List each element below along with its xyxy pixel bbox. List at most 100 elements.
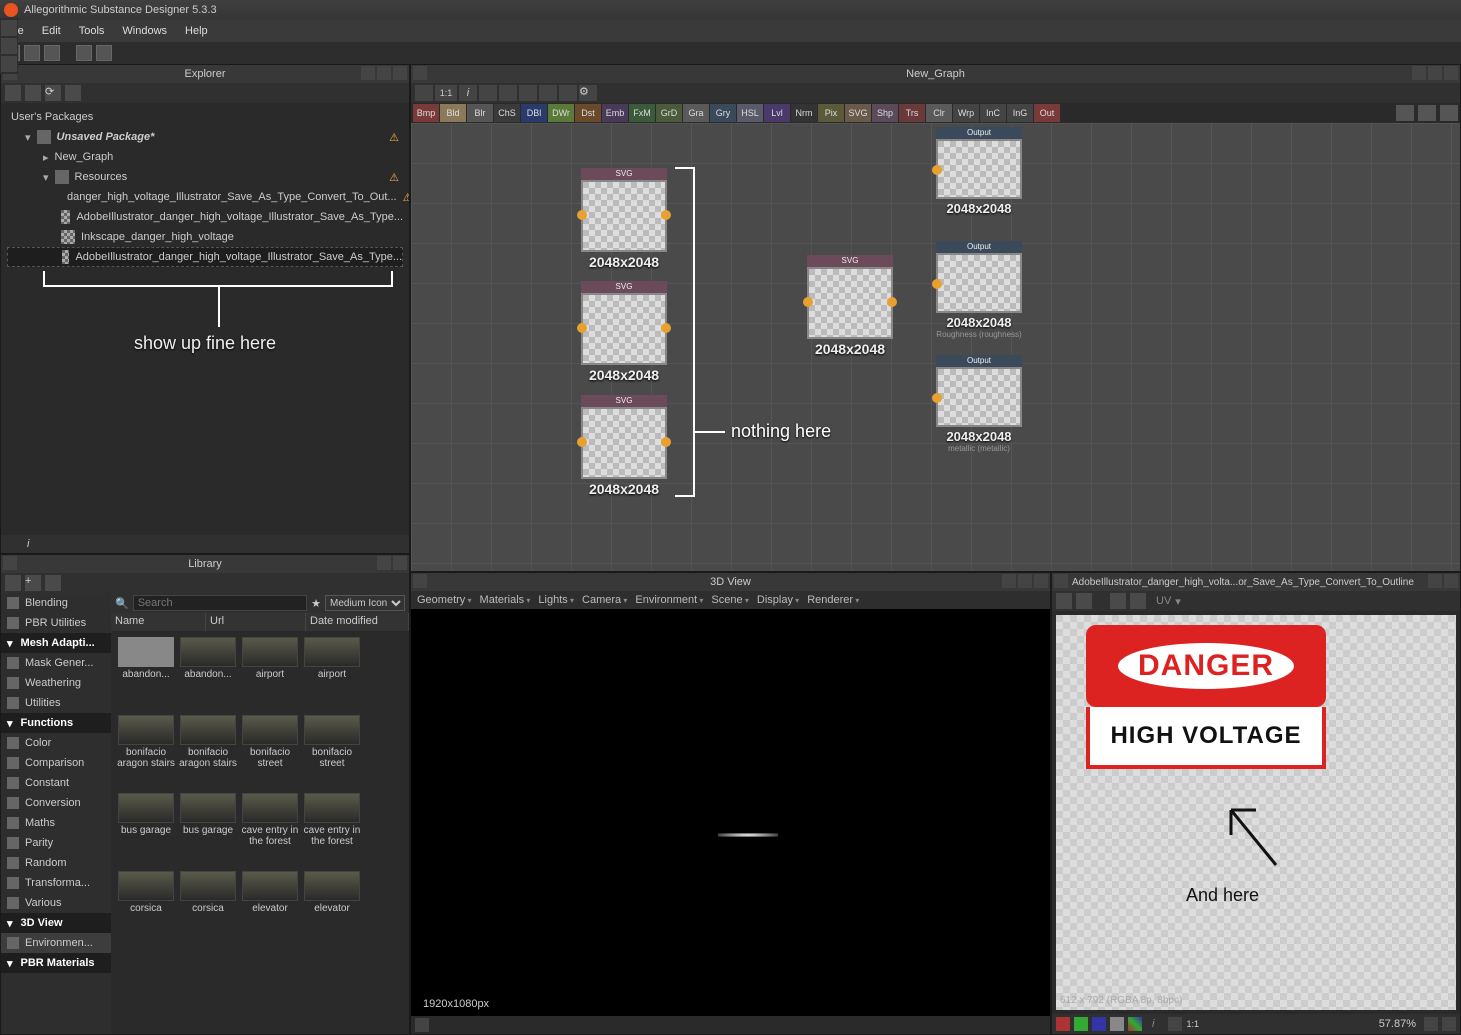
category-item[interactable]: Environmen... [1,933,111,953]
svg-node[interactable]: SVG 2048x2048 [807,255,893,357]
category-item[interactable]: Various [1,893,111,913]
tool-icon[interactable] [1,20,17,36]
filter-clr[interactable]: Clr [926,104,952,122]
category-item[interactable]: Random [1,853,111,873]
category-item[interactable]: Conversion [1,793,111,813]
channel-r-icon[interactable] [1056,1017,1070,1031]
category-item[interactable]: Functions [1,713,111,733]
graph-arrow-icon[interactable] [519,85,537,101]
filter-ing[interactable]: InG [1007,104,1033,122]
svg-node[interactable]: SVG 2048x2048 [581,168,667,270]
zoom-ratio[interactable]: 1:1 [1186,1019,1199,1029]
explorer-play-icon[interactable] [25,85,41,101]
3d-view-icon[interactable] [413,574,427,588]
3d-menu-environment[interactable]: Environment [635,594,703,606]
2d-tool-icon[interactable] [1076,593,1092,609]
menu-windows[interactable]: Windows [122,25,167,37]
view-mode-select[interactable]: Medium Icon [325,595,405,611]
output-node[interactable]: Output 2048x2048 metallic (metallic) [936,355,1022,453]
save-icon[interactable] [44,45,60,61]
panel-close-icon[interactable] [1034,574,1048,588]
category-item[interactable]: Mask Gener... [1,653,111,673]
menu-tools[interactable]: Tools [79,25,105,37]
info-icon[interactable]: i [27,538,29,550]
svg-node[interactable]: SVG 2048x2048 [581,395,667,497]
library-thumb[interactable]: bonifacio aragon stairs [179,715,237,789]
library-thumb[interactable]: bonifacio aragon stairs [117,715,175,789]
filter-pix[interactable]: Pix [818,104,844,122]
3d-menu-lights[interactable]: Lights [538,594,574,606]
graph-ratio-icon[interactable]: 1:1 [435,85,457,101]
fit-icon[interactable] [1168,1017,1182,1031]
channel-a-icon[interactable] [1110,1017,1124,1031]
graph-icon[interactable] [413,66,427,80]
library-thumb[interactable]: bonifacio street [241,715,299,789]
3d-menu-camera[interactable]: Camera [582,594,627,606]
info-icon[interactable]: i [1152,1018,1154,1030]
menu-help[interactable]: Help [185,25,208,37]
tree-item[interactable]: danger_high_voltage_Illustrator_Save_As_… [7,187,403,207]
filter-svg[interactable]: SVG [845,104,871,122]
note-icon[interactable] [1418,105,1436,121]
tree-graph[interactable]: New_Graph [7,147,403,167]
panel-close-icon[interactable] [1444,66,1458,80]
filter-bmp[interactable]: Bmp [413,104,439,122]
footer-icon[interactable] [415,1018,429,1032]
category-item[interactable]: PBR Utilities [1,613,111,633]
filter-trs[interactable]: Trs [899,104,925,122]
uv-label[interactable]: UV [1156,595,1171,607]
library-thumb[interactable]: bonifacio street [303,715,361,789]
filter-chs[interactable]: ChS [494,104,520,122]
category-item[interactable]: 3D View [1,913,111,933]
library-thumb[interactable]: elevator [241,871,299,945]
library-thumb[interactable]: airport [241,637,299,711]
filter-fxm[interactable]: FxM [629,104,655,122]
library-add-icon[interactable] [5,575,21,591]
filter-gra[interactable]: Gra [683,104,709,122]
filter-blr[interactable]: Blr [467,104,493,122]
2d-view-icon[interactable] [1054,574,1068,588]
tree-item[interactable]: AdobeIllustrator_danger_high_voltage_Ill… [7,207,403,227]
graph-zoom-icon[interactable] [479,85,497,101]
col-name[interactable]: Name [111,613,206,631]
category-item[interactable]: Comparison [1,753,111,773]
comment-icon[interactable] [1396,105,1414,121]
panel-max-icon[interactable] [377,66,391,80]
category-item[interactable]: Constant [1,773,111,793]
library-plus-icon[interactable]: + [25,575,41,591]
library-thumb[interactable]: corsica [117,871,175,945]
2d-tool-icon[interactable] [1130,593,1146,609]
filter-dst[interactable]: Dst [575,104,601,122]
library-thumb[interactable]: cave entry in the forest [241,793,299,867]
explorer-refresh-icon[interactable]: ⟳ [45,85,61,101]
panel-min-icon[interactable] [361,66,375,80]
tree-item-selected[interactable]: AdobeIllustrator_danger_high_voltage_Ill… [7,247,403,267]
tree-item[interactable]: Inkscape_danger_high_voltage [7,227,403,247]
library-icon[interactable] [3,556,17,570]
category-item[interactable]: Utilities [1,693,111,713]
explorer-expand-icon[interactable] [5,85,21,101]
panel-min-icon[interactable] [1002,574,1016,588]
3d-menu-scene[interactable]: Scene [711,594,748,606]
filter-bld[interactable]: Bld [440,104,466,122]
menu-edit[interactable]: Edit [42,25,61,37]
library-folder-icon[interactable] [45,575,61,591]
open-icon[interactable] [24,45,40,61]
graph-refresh-icon[interactable] [539,85,557,101]
tool-icon[interactable] [1,38,17,54]
category-item[interactable]: Color [1,733,111,753]
category-item[interactable]: Parity [1,833,111,853]
zoom-out-icon[interactable] [1424,1017,1438,1031]
channel-g-icon[interactable] [1074,1017,1088,1031]
filter-dwr[interactable]: DWr [548,104,574,122]
library-thumb[interactable]: bus garage [179,793,237,867]
library-thumb[interactable]: corsica [179,871,237,945]
3d-menu-materials[interactable]: Materials [480,594,531,606]
tree-package[interactable]: Unsaved Package* ⚠ [7,127,403,147]
zoom-in-icon[interactable] [1442,1017,1456,1031]
3d-viewport[interactable]: 1920x1080px [411,609,1050,1016]
undo-icon[interactable] [76,45,92,61]
2d-viewport[interactable]: DANGER HIGH VOLTAGE And here 612 x 792 (… [1056,615,1456,1010]
category-item[interactable]: Mesh Adapti... [1,633,111,653]
library-thumb[interactable]: abandon... [117,637,175,711]
